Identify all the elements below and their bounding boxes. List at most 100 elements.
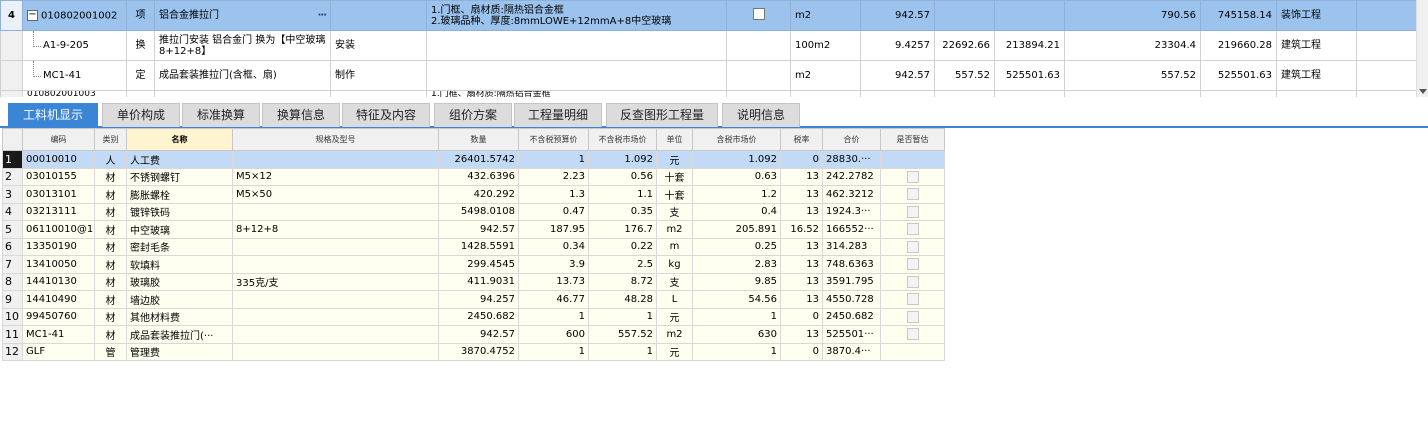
header-spec[interactable]: 规格及型号: [232, 128, 439, 151]
tab-quantity-details[interactable]: 工程量明细: [514, 103, 602, 127]
res-provisional-cell[interactable]: [880, 272, 945, 291]
res-tax-market-price[interactable]: 1.2: [692, 185, 781, 204]
resource-row[interactable]: 11 MC1-41 材成品套装推拉门(··· 942.57 600 557.52 m2 630…: [2, 325, 945, 344]
res-spec[interactable]: [232, 202, 439, 221]
res-quantity[interactable]: 3870.4752: [438, 342, 519, 361]
res-quantity[interactable]: 26401.5742: [438, 150, 519, 169]
tab-reverse-graphic-quantity[interactable]: 反查图形工程量: [606, 103, 718, 127]
row-number[interactable]: 11: [2, 325, 23, 344]
res-code[interactable]: 06110010@1: [22, 220, 95, 239]
res-name[interactable]: 中空玻璃: [126, 220, 233, 239]
row-number[interactable]: 8: [2, 272, 23, 291]
provisional-checkbox[interactable]: [906, 293, 919, 306]
res-unit[interactable]: 元: [656, 342, 693, 361]
res-total[interactable]: 525501···: [822, 325, 881, 344]
header-code[interactable]: 编码: [22, 128, 95, 151]
resource-row[interactable]: 12 GLF 管管理费 3870.4752 1 1 元 1 0 3870.4···: [2, 342, 945, 361]
resource-row[interactable]: 6 13350190 材密封毛条 1428.5591 0.34 0.22 m 0.25 13 31…: [2, 237, 945, 256]
res-total[interactable]: 748.6363: [822, 255, 881, 274]
row-number[interactable]: 10: [2, 307, 23, 326]
res-spec[interactable]: [232, 290, 439, 309]
res-tax-rate[interactable]: 13: [780, 290, 823, 309]
res-total[interactable]: 166552···: [822, 220, 881, 239]
res-tax-market-price[interactable]: 0.25: [692, 237, 781, 256]
res-tax-market-price[interactable]: 1: [692, 307, 781, 326]
header-total[interactable]: 合价: [822, 128, 881, 151]
res-code[interactable]: 99450760: [22, 307, 95, 326]
row-number[interactable]: 3: [2, 185, 23, 204]
res-market-price[interactable]: 0.35: [588, 202, 657, 221]
res-provisional-cell[interactable]: [880, 237, 945, 256]
resource-row[interactable]: 2 03010155 材不锈钢螺钉 M5×12 432.6396 2.23 0.56 十套 0.…: [2, 167, 945, 186]
res-tax-rate[interactable]: 13: [780, 255, 823, 274]
provisional-checkbox[interactable]: [906, 328, 919, 341]
res-spec[interactable]: [232, 237, 439, 256]
provisional-checkbox[interactable]: [906, 275, 919, 288]
res-tax-rate[interactable]: 16.52: [780, 220, 823, 239]
res-category[interactable]: 材: [94, 237, 127, 256]
row-number[interactable]: 7: [2, 255, 23, 274]
res-category[interactable]: 材: [94, 185, 127, 204]
res-quantity[interactable]: 299.4545: [438, 255, 519, 274]
res-budget-price[interactable]: 0.47: [518, 202, 589, 221]
res-tax-rate[interactable]: 13: [780, 167, 823, 186]
header-market-price[interactable]: 不含税市场价: [588, 128, 657, 151]
res-provisional-cell[interactable]: [880, 185, 945, 204]
res-quantity[interactable]: 432.6396: [438, 167, 519, 186]
res-budget-price[interactable]: 1.3: [518, 185, 589, 204]
res-tax-rate[interactable]: 13: [780, 185, 823, 204]
res-code[interactable]: MC1-41: [22, 325, 95, 344]
resource-row[interactable]: 7 13410050 材软填料 299.4545 3.9 2.5 kg 2.83 13 748.6…: [2, 255, 945, 274]
provisional-checkbox[interactable]: [906, 223, 919, 236]
res-category[interactable]: 材: [94, 220, 127, 239]
boq-name[interactable]: 成品套装推拉门(含框、扇): [154, 60, 331, 91]
tab-labor-material-machine[interactable]: 工料机显示: [8, 103, 98, 127]
header-tax-market-price[interactable]: 含税市场价: [692, 128, 781, 151]
res-category[interactable]: 材: [94, 290, 127, 309]
tab-conversion-info[interactable]: 换算信息: [262, 103, 340, 127]
res-quantity[interactable]: 5498.0108: [438, 202, 519, 221]
res-quantity[interactable]: 942.57: [438, 325, 519, 344]
row-number[interactable]: 2: [2, 167, 23, 186]
res-quantity[interactable]: 1428.5591: [438, 237, 519, 256]
res-name[interactable]: 镀锌铁码: [126, 202, 233, 221]
res-unit[interactable]: 十套: [656, 185, 693, 204]
res-quantity[interactable]: 94.257: [438, 290, 519, 309]
res-provisional-cell[interactable]: [880, 307, 945, 326]
res-market-price[interactable]: 48.28: [588, 290, 657, 309]
res-category[interactable]: 人: [94, 150, 127, 169]
res-category[interactable]: 材: [94, 272, 127, 291]
header-provisional[interactable]: 是否暂估: [880, 128, 945, 151]
res-category[interactable]: 管: [94, 342, 127, 361]
res-market-price[interactable]: 1.1: [588, 185, 657, 204]
res-unit[interactable]: 支: [656, 202, 693, 221]
res-budget-price[interactable]: 46.77: [518, 290, 589, 309]
res-code[interactable]: 14410130: [22, 272, 95, 291]
res-code[interactable]: 14410490: [22, 290, 95, 309]
row-number[interactable]: 1: [2, 150, 23, 169]
res-code[interactable]: 03010155: [22, 167, 95, 186]
header-tax-rate[interactable]: 税率: [780, 128, 823, 151]
res-budget-price[interactable]: 1: [518, 307, 589, 326]
row-number[interactable]: 5: [2, 220, 23, 239]
res-tax-market-price[interactable]: 9.85: [692, 272, 781, 291]
res-tax-market-price[interactable]: 630: [692, 325, 781, 344]
res-market-price[interactable]: 2.5: [588, 255, 657, 274]
boq-row[interactable]: MC1-41 定 成品套装推拉门(含框、扇) 制作 m2 942.57 557.…: [0, 60, 1428, 91]
res-unit[interactable]: 十套: [656, 167, 693, 186]
res-market-price[interactable]: 0.22: [588, 237, 657, 256]
res-total[interactable]: 462.3212: [822, 185, 881, 204]
res-tax-rate[interactable]: 0: [780, 342, 823, 361]
res-quantity[interactable]: 2450.682: [438, 307, 519, 326]
header-unit[interactable]: 单位: [656, 128, 693, 151]
res-spec[interactable]: 8+12+8: [232, 220, 439, 239]
res-quantity[interactable]: 942.57: [438, 220, 519, 239]
res-code[interactable]: 03013101: [22, 185, 95, 204]
header-budget-price[interactable]: 不含税预算价: [518, 128, 589, 151]
row-number[interactable]: 4: [2, 202, 23, 221]
res-name[interactable]: 成品套装推拉门(···: [126, 325, 233, 344]
res-tax-rate[interactable]: 13: [780, 272, 823, 291]
tab-unit-price-composition[interactable]: 单价构成: [102, 103, 180, 127]
res-total[interactable]: 28830.···: [822, 150, 881, 169]
res-provisional-cell[interactable]: [880, 255, 945, 274]
